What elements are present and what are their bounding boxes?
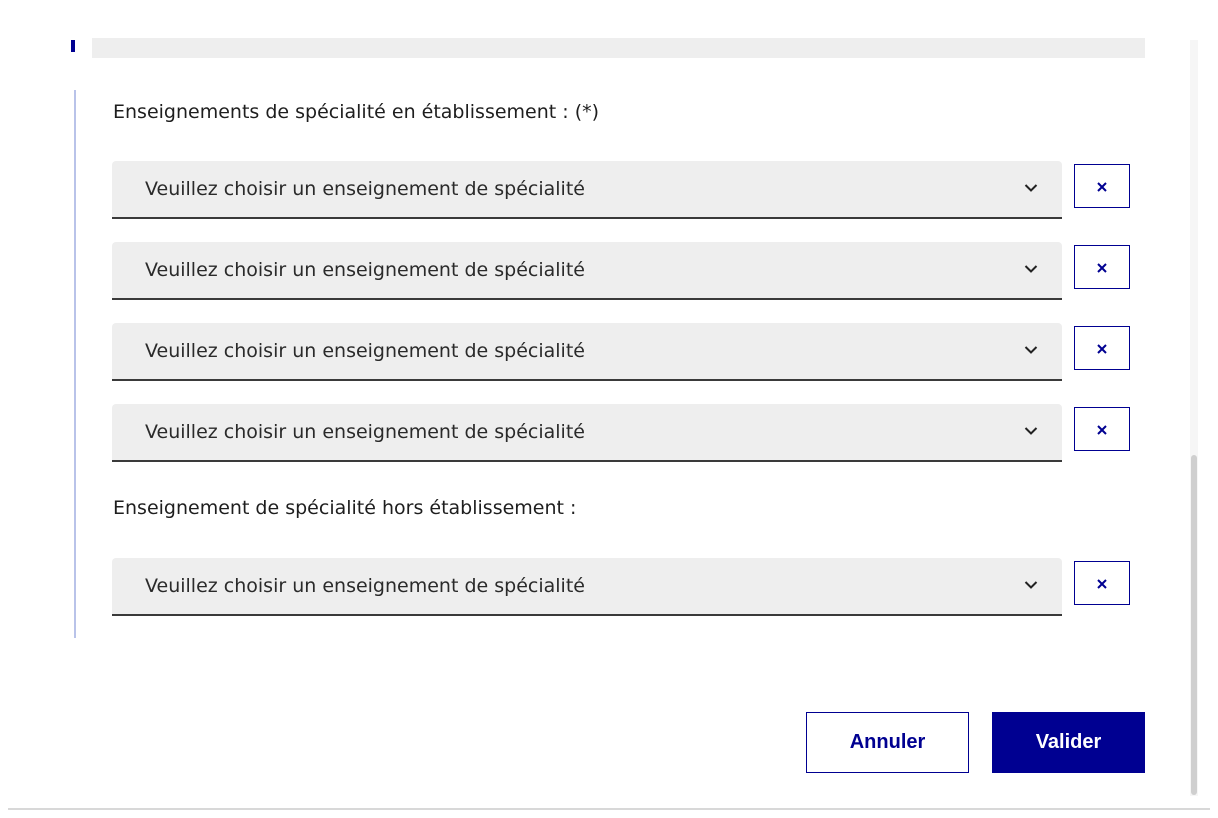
outside-specialty-select-row: Veuillez choisir un enseignement de spéc… xyxy=(112,558,1134,616)
specialty-select-value: Veuillez choisir un enseignement de spéc… xyxy=(145,340,585,362)
cancel-button[interactable]: Annuler xyxy=(806,712,969,773)
remove-specialty-button[interactable] xyxy=(1074,245,1130,289)
chevron-down-icon xyxy=(1024,427,1038,435)
specialty-select-value: Veuillez choisir un enseignement de spéc… xyxy=(145,421,585,443)
specialty-select-value: Veuillez choisir un enseignement de spéc… xyxy=(145,259,585,281)
remove-specialty-button[interactable] xyxy=(1074,164,1130,208)
section-accent-marker xyxy=(71,40,75,52)
specialty-select-row: Veuillez choisir un enseignement de spéc… xyxy=(112,242,1134,300)
specialty-select-row: Veuillez choisir un enseignement de spéc… xyxy=(112,404,1134,462)
close-icon xyxy=(1097,263,1107,273)
chevron-down-icon xyxy=(1024,184,1038,192)
specialty-select[interactable]: Veuillez choisir un enseignement de spéc… xyxy=(112,323,1062,381)
specialty-select[interactable]: Veuillez choisir un enseignement de spéc… xyxy=(112,161,1062,219)
remove-specialty-button[interactable] xyxy=(1074,326,1130,370)
specialty-select[interactable]: Veuillez choisir un enseignement de spéc… xyxy=(112,404,1062,462)
frame-border xyxy=(8,808,1210,810)
specialty-select[interactable]: Veuillez choisir un enseignement de spéc… xyxy=(112,242,1062,300)
section-header-bar xyxy=(92,38,1145,58)
chevron-down-icon xyxy=(1024,581,1038,589)
chevron-down-icon xyxy=(1024,346,1038,354)
close-icon xyxy=(1097,579,1107,589)
close-icon xyxy=(1097,182,1107,192)
outside-specialty-select[interactable]: Veuillez choisir un enseignement de spéc… xyxy=(112,558,1062,616)
specialty-select-row: Veuillez choisir un enseignement de spéc… xyxy=(112,161,1134,219)
specialty-select-row: Veuillez choisir un enseignement de spéc… xyxy=(112,323,1134,381)
fieldset-accent-line xyxy=(74,90,76,638)
outside-specialty-select-value: Veuillez choisir un enseignement de spéc… xyxy=(145,575,585,597)
close-icon xyxy=(1097,425,1107,435)
validate-button[interactable]: Valider xyxy=(992,712,1145,773)
label-specialties-in-school: Enseignements de spécialité en établisse… xyxy=(113,101,600,123)
scrollbar-thumb[interactable] xyxy=(1191,455,1197,795)
remove-outside-specialty-button[interactable] xyxy=(1074,561,1130,605)
close-icon xyxy=(1097,344,1107,354)
chevron-down-icon xyxy=(1024,265,1038,273)
remove-specialty-button[interactable] xyxy=(1074,407,1130,451)
specialty-select-value: Veuillez choisir un enseignement de spéc… xyxy=(145,178,585,200)
label-specialty-outside-school: Enseignement de spécialité hors établiss… xyxy=(113,497,577,519)
